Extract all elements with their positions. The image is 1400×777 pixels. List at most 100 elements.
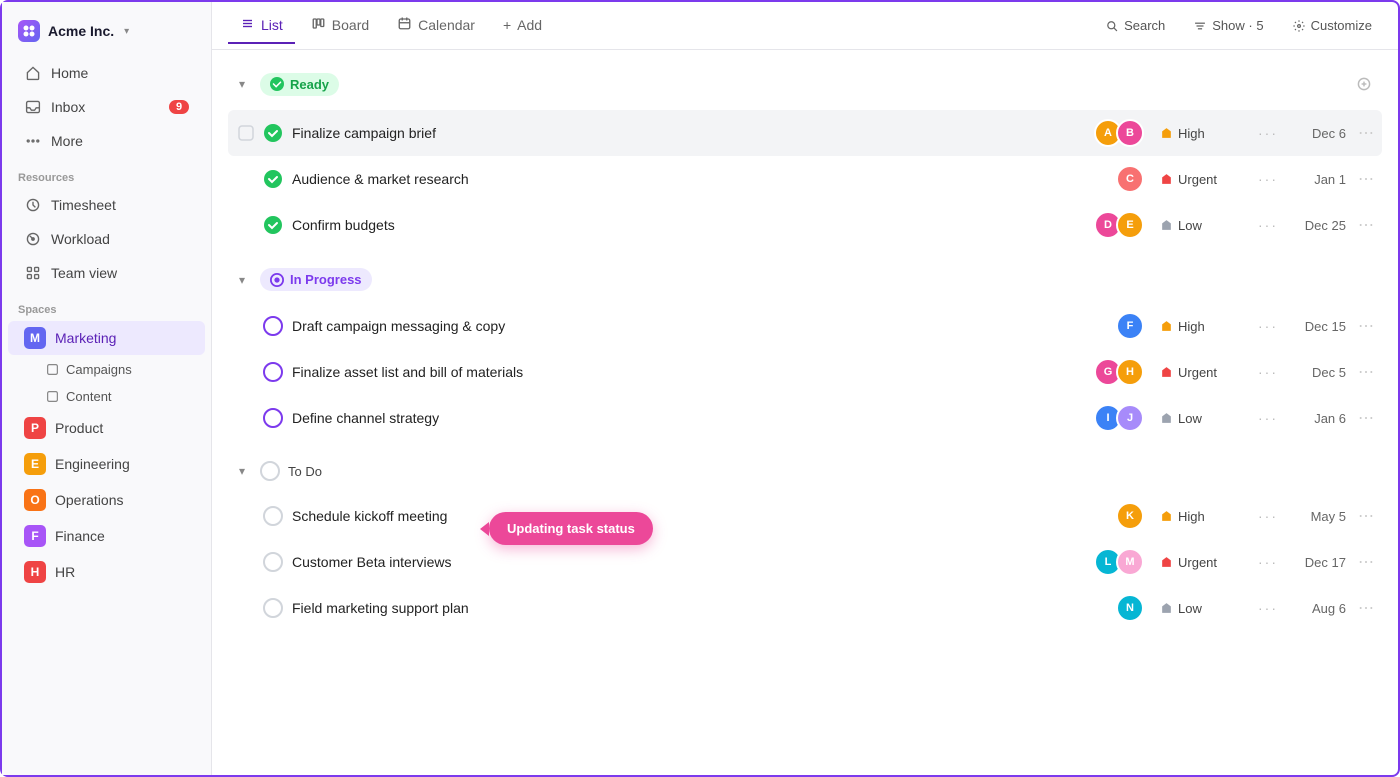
task-options-t7[interactable]: ··· — [1258, 508, 1278, 524]
task-more-t7[interactable]: ⋯ — [1358, 506, 1374, 526]
task-priority-t9: Low — [1160, 601, 1250, 616]
sidebar-item-more[interactable]: More — [8, 125, 205, 157]
task-row-t1[interactable]: Finalize campaign brief A B High ··· Dec… — [228, 110, 1382, 156]
sidebar-item-hr[interactable]: H HR — [8, 555, 205, 589]
task-more-t3[interactable]: ⋯ — [1358, 215, 1374, 235]
status-ip-t6 — [262, 407, 284, 429]
customize-button[interactable]: Customize — [1282, 12, 1382, 39]
status-ip-t5 — [262, 361, 284, 383]
toolbar: List Board Calendar + Add Search Sh — [212, 2, 1398, 50]
task-options-t6[interactable]: ··· — [1258, 410, 1278, 426]
list-icon — [240, 16, 255, 34]
task-more-t1[interactable]: ⋯ — [1358, 123, 1374, 143]
campaigns-label: Campaigns — [66, 362, 132, 377]
content-area: ▾ Ready Finalize campaign brief A B — [212, 50, 1398, 775]
spaces-title: Spaces — [2, 294, 211, 320]
tab-add[interactable]: + Add — [491, 9, 554, 43]
hr-label: HR — [55, 564, 75, 580]
task-more-t5[interactable]: ⋯ — [1358, 362, 1374, 382]
task-row-t2[interactable]: Audience & market research C Urgent ··· … — [228, 156, 1382, 202]
operations-badge: O — [24, 489, 46, 511]
grid-icon — [24, 264, 42, 282]
task-more-t9[interactable]: ⋯ — [1358, 598, 1374, 618]
task-avatars-t1: A B — [1094, 119, 1144, 147]
in-progress-collapse[interactable]: ▾ — [232, 270, 252, 290]
show-label: Show · 5 — [1212, 18, 1263, 33]
sidebar-item-finance[interactable]: F Finance — [8, 519, 205, 553]
tab-list[interactable]: List — [228, 8, 295, 44]
task-row-t6[interactable]: Define channel strategy I J Low ··· Jan … — [228, 395, 1382, 441]
task-row-t9[interactable]: Field marketing support plan N Low ··· A… — [228, 585, 1382, 631]
sidebar-item-content[interactable]: Content — [8, 384, 205, 409]
workload-label: Workload — [51, 231, 189, 247]
task-date-t8: Dec 17 — [1286, 555, 1346, 570]
task-options-t5[interactable]: ··· — [1258, 364, 1278, 380]
ready-add[interactable] — [1350, 70, 1378, 98]
task-more-t6[interactable]: ⋯ — [1358, 408, 1374, 428]
operations-label: Operations — [55, 492, 123, 508]
task-checkbox-t1[interactable] — [236, 123, 256, 143]
toolbar-right: Search Show · 5 Customize — [1095, 12, 1382, 39]
customize-label: Customize — [1311, 18, 1372, 33]
task-row-t8[interactable]: Customer Beta interviews L M Urgent ··· … — [228, 539, 1382, 585]
task-options-t3[interactable]: ··· — [1258, 217, 1278, 233]
avatar: E — [1116, 211, 1144, 239]
app-logo[interactable]: Acme Inc. ▾ — [2, 14, 211, 56]
task-options-t8[interactable]: ··· — [1258, 554, 1278, 570]
task-options-t4[interactable]: ··· — [1258, 318, 1278, 334]
teamview-label: Team view — [51, 265, 189, 281]
task-name-t9: Field marketing support plan — [292, 600, 1116, 616]
task-avatars-t2: C — [1116, 165, 1144, 193]
resources-title: Resources — [2, 162, 211, 188]
task-more-t8[interactable]: ⋯ — [1358, 552, 1374, 572]
task-row-t5[interactable]: Finalize asset list and bill of material… — [228, 349, 1382, 395]
task-date-t2: Jan 1 — [1286, 172, 1346, 187]
in-progress-badge: In Progress — [260, 268, 372, 291]
sidebar: Acme Inc. ▾ Home Inbox 9 More Resources … — [2, 2, 212, 775]
task-more-t4[interactable]: ⋯ — [1358, 316, 1374, 336]
todo-collapse[interactable]: ▾ — [232, 461, 252, 481]
more-icon — [24, 132, 42, 150]
more-label: More — [51, 133, 189, 149]
section-header-todo: ▾ To Do — [228, 453, 1382, 489]
tab-board[interactable]: Board — [299, 8, 381, 44]
clock-icon — [24, 196, 42, 214]
task-row-t3[interactable]: Confirm budgets D E Low ··· Dec 25 ⋯ — [228, 202, 1382, 248]
task-options-t2[interactable]: ··· — [1258, 171, 1278, 187]
sidebar-item-teamview[interactable]: Team view — [8, 257, 205, 289]
tab-list-label: List — [261, 17, 283, 33]
task-options-t9[interactable]: ··· — [1258, 600, 1278, 616]
task-more-t2[interactable]: ⋯ — [1358, 169, 1374, 189]
sidebar-item-inbox[interactable]: Inbox 9 — [8, 91, 205, 123]
sidebar-item-campaigns[interactable]: Campaigns — [8, 357, 205, 382]
task-avatars-t5: G H — [1094, 358, 1144, 386]
sidebar-item-engineering[interactable]: E Engineering — [8, 447, 205, 481]
ready-collapse[interactable]: ▾ — [232, 74, 252, 94]
tooltip-container: Updating task status — [480, 512, 653, 545]
sidebar-item-marketing[interactable]: M Marketing — [8, 321, 205, 355]
sidebar-item-product[interactable]: P Product — [8, 411, 205, 445]
product-label: Product — [55, 420, 103, 436]
sidebar-item-home[interactable]: Home — [8, 57, 205, 89]
task-priority-t8: Urgent — [1160, 555, 1250, 570]
avatar: K — [1116, 502, 1144, 530]
task-options-t1[interactable]: ··· — [1258, 125, 1278, 141]
task-name-t2: Audience & market research — [292, 171, 1116, 187]
marketing-label: Marketing — [55, 330, 116, 346]
board-icon — [311, 16, 326, 34]
task-date-t9: Aug 6 — [1286, 601, 1346, 616]
tab-calendar[interactable]: Calendar — [385, 8, 487, 44]
task-avatars-t3: D E — [1094, 211, 1144, 239]
search-label: Search — [1124, 18, 1165, 33]
show-button[interactable]: Show · 5 — [1183, 12, 1273, 39]
sidebar-item-timesheet[interactable]: Timesheet — [8, 189, 205, 221]
avatar: H — [1116, 358, 1144, 386]
task-row-t4[interactable]: Draft campaign messaging & copy F High ·… — [228, 303, 1382, 349]
sidebar-item-operations[interactable]: O Operations — [8, 483, 205, 517]
task-priority-t5: Urgent — [1160, 365, 1250, 380]
search-button[interactable]: Search — [1095, 12, 1175, 39]
task-row-t7[interactable]: Schedule kickoff meeting K High ··· May … — [228, 493, 1382, 539]
tab-calendar-label: Calendar — [418, 17, 475, 33]
sidebar-item-workload[interactable]: Workload — [8, 223, 205, 255]
logo-icon — [18, 20, 40, 42]
